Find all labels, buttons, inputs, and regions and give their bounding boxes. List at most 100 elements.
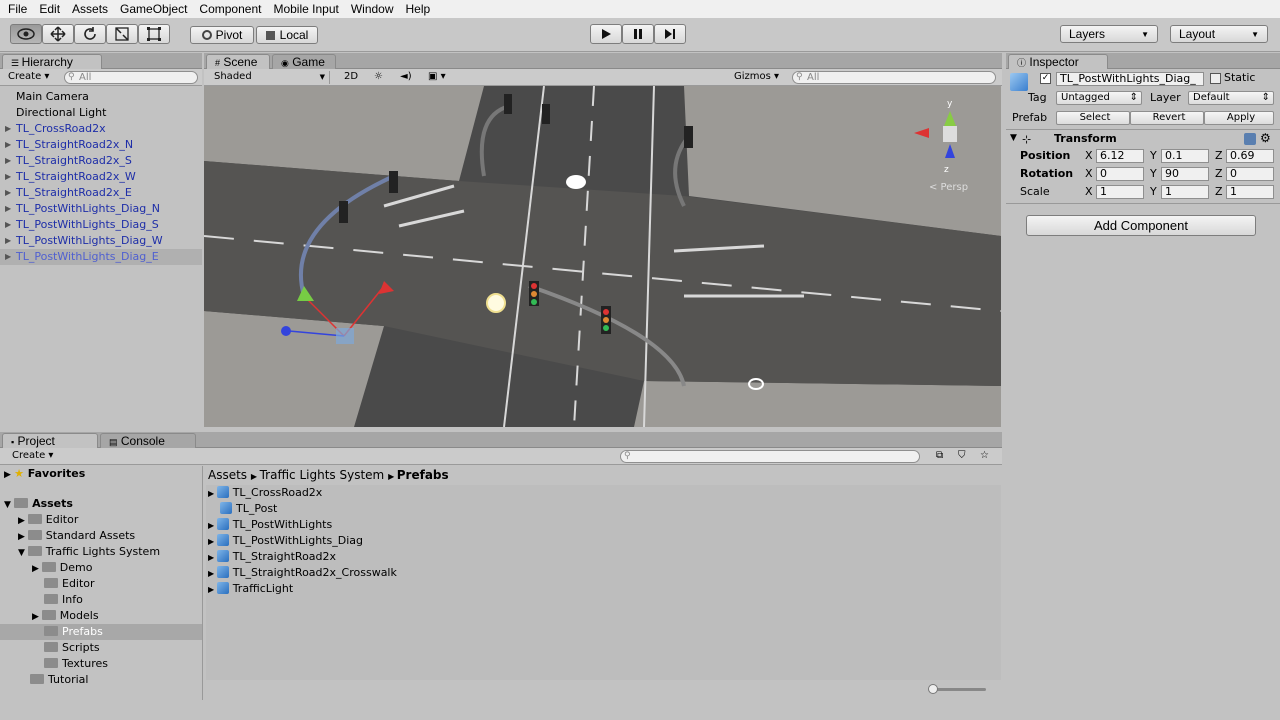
folder-item[interactable]: Textures — [44, 656, 108, 672]
favorite-star-icon[interactable]: ☆ — [976, 450, 993, 463]
scale-tool-button[interactable] — [106, 24, 138, 44]
transform-header[interactable]: Transform — [1054, 132, 1117, 146]
gear-icon[interactable]: ⚙ — [1260, 131, 1271, 145]
object-name-input[interactable]: TL_PostWithLights_Diag_ — [1056, 72, 1204, 86]
layer-dropdown[interactable]: Default ⇕ — [1188, 91, 1274, 105]
menu-assets[interactable]: Assets — [66, 2, 114, 16]
rotation-x-field[interactable]: 0 — [1096, 167, 1144, 181]
gizmos-dropdown[interactable]: Gizmos ▾ — [730, 71, 783, 84]
tab-game[interactable]: ◉ Game — [272, 54, 336, 69]
menu-help[interactable]: Help — [400, 2, 437, 16]
persp-label[interactable]: < Persp — [929, 182, 968, 193]
favorites-item[interactable]: ▶ ★ Favorites — [4, 466, 85, 482]
list-item[interactable]: ▶ TL_StraightRoad2x_E — [0, 185, 202, 201]
folder-item[interactable]: Editor — [44, 576, 95, 592]
expand-arrow-icon[interactable]: ▶ — [5, 233, 11, 249]
list-item[interactable]: Main Camera — [0, 89, 202, 105]
gizmo-center-cube[interactable] — [943, 126, 957, 142]
filter-label-icon[interactable]: ⛉ — [954, 450, 970, 463]
folder-item[interactable]: ▶ Demo — [32, 560, 92, 576]
expand-arrow-icon[interactable]: ▶ — [5, 137, 11, 153]
scale-z-field[interactable]: 1 — [1226, 185, 1274, 199]
expand-arrow-icon[interactable]: ▶ — [5, 217, 11, 233]
folder-item[interactable]: ▶ Editor — [18, 512, 78, 528]
rotation-y-field[interactable]: 90 — [1161, 167, 1209, 181]
expand-arrow-icon[interactable]: ▶ — [5, 249, 11, 265]
menu-component[interactable]: Component — [193, 2, 267, 16]
play-button[interactable] — [590, 24, 622, 44]
position-x-field[interactable]: 6.12 — [1096, 149, 1144, 163]
zoom-slider[interactable] — [930, 688, 986, 691]
list-item[interactable]: ▶ TL_CrossRoad2x — [0, 121, 202, 137]
step-button[interactable] — [654, 24, 686, 44]
layers-dropdown[interactable]: Layers ▼ — [1060, 25, 1158, 43]
tab-hierarchy[interactable]: ☰ Hierarchy — [2, 54, 102, 69]
layout-dropdown[interactable]: Layout ▼ — [1170, 25, 1268, 43]
menu-edit[interactable]: Edit — [33, 2, 66, 16]
folder-item-selected[interactable]: Prefabs — [44, 624, 103, 640]
scene-viewport[interactable]: y z < Persp — [204, 86, 1001, 427]
list-item[interactable]: ▶ TL_StraightRoad2x_W — [0, 169, 202, 185]
expand-arrow-icon[interactable]: ▶ — [5, 121, 11, 137]
prefab-revert-button[interactable]: Revert — [1130, 111, 1204, 125]
list-item[interactable]: ▶ TL_StraightRoad2x_Crosswalk — [208, 565, 397, 581]
gizmo-center[interactable] — [336, 328, 354, 344]
expand-arrow-icon[interactable]: ▶ — [5, 169, 11, 185]
folder-item[interactable]: Scripts — [44, 640, 100, 656]
rotation-z-field[interactable]: 0 — [1226, 167, 1274, 181]
rotate-tool-button[interactable] — [74, 24, 106, 44]
rect-tool-button[interactable] — [138, 24, 170, 44]
list-item[interactable]: ▶ TL_StraightRoad2x — [208, 549, 336, 565]
menu-window[interactable]: Window — [345, 2, 400, 16]
gizmo-z-cone[interactable] — [945, 144, 955, 158]
effects-dropdown[interactable]: ▣ ▾ — [424, 71, 450, 84]
tab-inspector[interactable]: ⓘ Inspector — [1008, 54, 1108, 69]
position-z-field[interactable]: 0.69 — [1226, 149, 1274, 163]
folder-item[interactable]: ▶ Standard Assets — [18, 528, 135, 544]
local-toggle-button[interactable]: Local — [256, 26, 318, 44]
project-create-button[interactable]: Create ▾ — [8, 450, 57, 463]
folder-item[interactable]: ▶ Models — [32, 608, 99, 624]
prefab-apply-button[interactable]: Apply — [1204, 111, 1274, 125]
move-tool-button[interactable] — [42, 24, 74, 44]
list-item[interactable]: ▶ TL_PostWithLights_Diag_W — [0, 233, 202, 249]
position-y-field[interactable]: 0.1 — [1161, 149, 1209, 163]
tag-dropdown[interactable]: Untagged ⇕ — [1056, 91, 1142, 105]
add-component-button[interactable]: Add Component — [1026, 215, 1256, 236]
list-item[interactable]: ▶ TrafficLight — [208, 581, 293, 597]
expand-arrow-icon[interactable]: ▶ — [5, 153, 11, 169]
active-checkbox[interactable]: ✓ — [1040, 73, 1051, 84]
pivot-toggle-button[interactable]: Pivot — [190, 26, 254, 44]
hierarchy-create-button[interactable]: Create ▾ — [4, 71, 53, 84]
menu-gameobject[interactable]: GameObject — [114, 2, 193, 16]
list-item[interactable]: ▶ TL_PostWithLights — [208, 517, 332, 533]
breadcrumb-assets[interactable]: Assets — [208, 468, 247, 482]
filter-type-icon[interactable]: ⧉ — [932, 450, 947, 463]
scale-x-field[interactable]: 1 — [1096, 185, 1144, 199]
static-checkbox[interactable] — [1210, 73, 1221, 84]
breadcrumb-prefabs[interactable]: Prefabs — [397, 468, 449, 482]
pause-button[interactable] — [622, 24, 654, 44]
list-item[interactable]: ▶ TL_PostWithLights_Diag — [208, 533, 363, 549]
expand-arrow-icon[interactable]: ▶ — [5, 185, 11, 201]
scene-search-input[interactable]: ⚲ All — [792, 71, 996, 84]
zoom-slider-handle[interactable] — [928, 684, 938, 694]
scale-y-field[interactable]: 1 — [1161, 185, 1209, 199]
gizmo-y-cone[interactable] — [944, 111, 956, 126]
project-search-input[interactable]: ⚲ — [620, 450, 920, 463]
list-item[interactable]: ▶ TL_CrossRoad2x — [208, 485, 322, 501]
hand-tool-button[interactable] — [10, 24, 42, 44]
assets-item[interactable]: ▼ Assets — [4, 496, 73, 512]
orientation-gizmo[interactable]: y z — [909, 96, 969, 186]
folder-item[interactable]: Info — [44, 592, 83, 608]
hierarchy-search-input[interactable]: ⚲ All — [64, 71, 198, 84]
list-item-selected[interactable]: ▶ TL_PostWithLights_Diag_E — [0, 249, 202, 265]
tab-project[interactable]: ▪ Project — [2, 433, 98, 448]
list-item[interactable]: ▶ TL_PostWithLights_Diag_S — [0, 217, 202, 233]
gizmo-x-cone[interactable] — [914, 128, 929, 138]
prefab-select-button[interactable]: Select — [1056, 111, 1130, 125]
help-book-icon[interactable] — [1244, 133, 1256, 145]
menu-file[interactable]: File — [2, 2, 33, 16]
list-item[interactable]: TL_Post — [220, 501, 277, 517]
tab-scene[interactable]: # Scene — [206, 54, 270, 69]
